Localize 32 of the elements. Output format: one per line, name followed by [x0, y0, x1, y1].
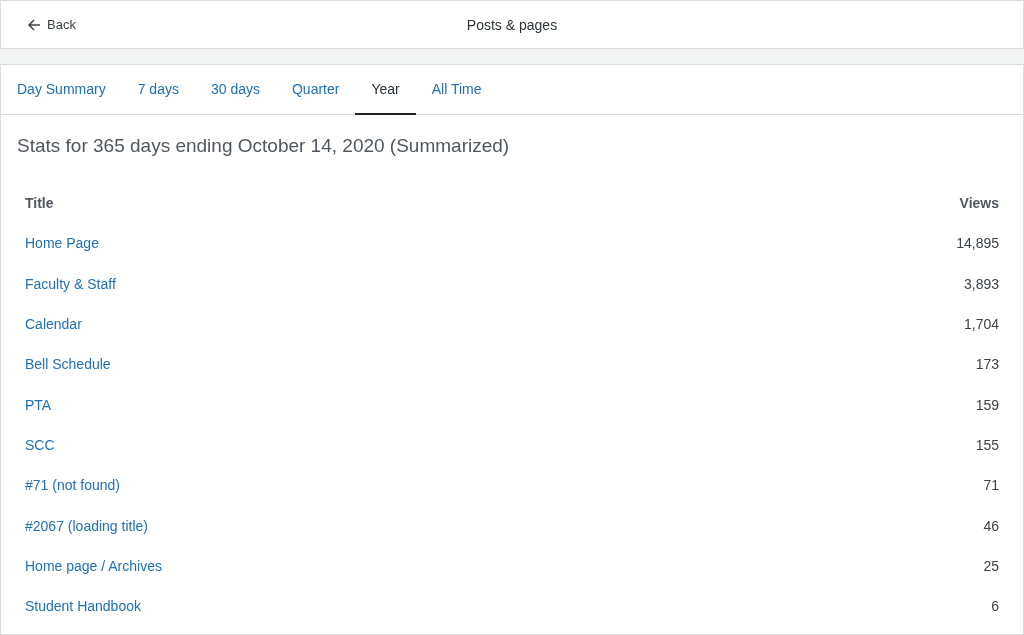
period-tab[interactable]: Day Summary — [1, 65, 122, 115]
post-link[interactable]: PTA — [25, 396, 52, 413]
period-tab[interactable]: Year — [355, 65, 416, 115]
post-link[interactable]: #2067 (loading title) — [25, 517, 148, 534]
post-link[interactable]: Bell Schedule — [25, 356, 111, 373]
views-count: 155 — [975, 436, 999, 453]
post-link[interactable]: #71 (not found) — [25, 477, 120, 494]
period-tab[interactable]: 30 days — [194, 65, 276, 115]
post-link[interactable]: Calendar — [25, 316, 82, 333]
page-title: Posts & pages — [466, 16, 558, 33]
column-header: Views — [959, 195, 999, 212]
back-button[interactable]: Back — [27, 13, 76, 36]
views-count: 173 — [975, 356, 999, 373]
back-arrow-icon — [27, 17, 41, 32]
views-count: 1,704 — [963, 316, 999, 333]
views-count: 14,895 — [956, 235, 999, 252]
post-link[interactable]: Home Page — [25, 235, 99, 252]
views-count: 3,893 — [963, 275, 999, 292]
period-tab[interactable]: All Time — [415, 65, 498, 115]
post-link[interactable]: Home page / Archives — [25, 557, 162, 574]
post-link[interactable]: SCC — [25, 436, 55, 453]
views-count: 159 — [975, 396, 999, 413]
post-link[interactable]: Student Handbook — [25, 598, 141, 615]
stats-heading: Stats for 365 days ending October 14, 2020 (Summarized) — [16, 134, 511, 157]
column-header: Title — [25, 195, 54, 212]
period-tab[interactable]: 7 days — [121, 65, 195, 115]
views-count: 71 — [983, 477, 999, 494]
views-count: 25 — [983, 557, 999, 574]
period-tab[interactable]: Quarter — [276, 65, 356, 115]
views-count: 6 — [991, 598, 999, 615]
post-link[interactable]: Faculty & Staff — [25, 275, 116, 292]
views-count: 46 — [983, 517, 999, 534]
